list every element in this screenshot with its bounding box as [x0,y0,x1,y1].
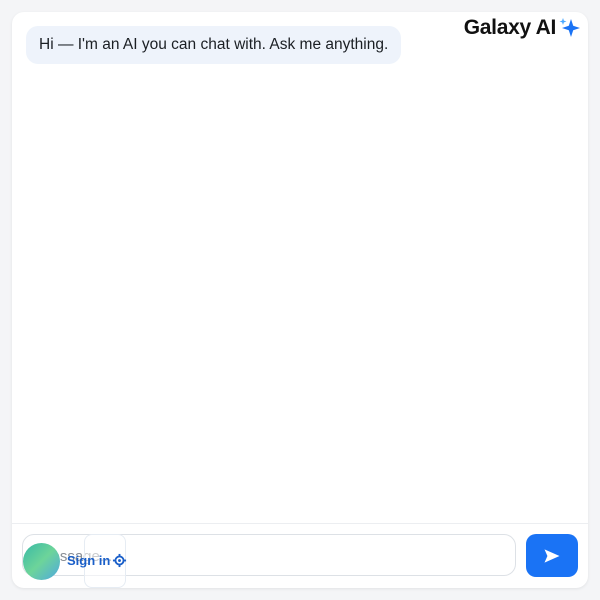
avatar[interactable] [23,543,60,580]
sparkle-icon [559,18,580,37]
brand-logo: Galaxy AI [464,16,582,40]
send-button[interactable] [526,534,578,577]
send-icon [544,548,560,563]
brand-name: Galaxy AI [463,16,557,39]
composer-divider [12,523,588,524]
chat-window: Galaxy AI Hi — I'm an AI you can chat wi… [12,12,588,588]
sign-in-link[interactable]: Sign in [67,553,127,568]
sign-in-label: Sign in [67,553,111,568]
assistant-message: Hi — I'm an AI you can chat with. Ask me… [26,26,402,64]
gear-icon[interactable] [112,553,127,568]
